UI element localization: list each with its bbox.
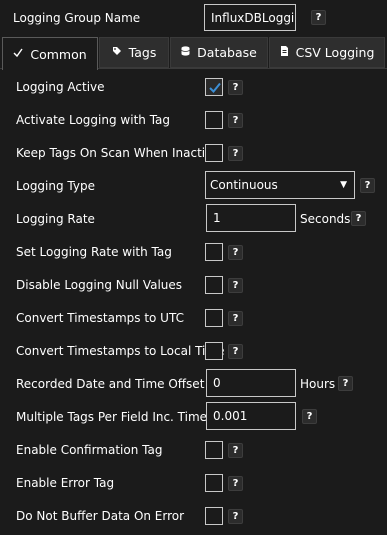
logging-group-name-label: Logging Group Name	[13, 11, 141, 25]
logging-rate-unit: Seconds	[300, 212, 351, 226]
tab-common-label: Common	[30, 46, 87, 62]
tab-database[interactable]: Database	[170, 37, 268, 68]
recorded-offset-unit: Hours	[300, 377, 336, 391]
disable-null-values-label: Disable Logging Null Values	[16, 278, 183, 292]
keep-tags-on-scan-checkbox[interactable]	[205, 144, 223, 162]
help-icon[interactable]: ?	[228, 113, 243, 128]
set-logging-rate-with-tag-label: Set Logging Rate with Tag	[16, 245, 172, 259]
logging-group-name-input[interactable]	[204, 4, 296, 31]
confirmation-tag-checkbox[interactable]	[205, 441, 223, 459]
tab-csv-logging[interactable]: CSV Logging	[269, 37, 385, 68]
tab-database-label: Database	[197, 45, 257, 60]
help-icon[interactable]: ?	[228, 476, 243, 491]
recorded-offset-input[interactable]: 0	[206, 369, 296, 397]
error-tag-label: Enable Error Tag	[16, 476, 115, 490]
activate-logging-with-tag-checkbox[interactable]	[205, 111, 223, 129]
help-icon[interactable]: ?	[302, 409, 317, 424]
tab-common[interactable]: Common	[2, 37, 98, 70]
help-icon[interactable]: ?	[228, 245, 243, 260]
tag-icon	[112, 46, 122, 59]
confirmation-tag-label: Enable Confirmation Tag	[16, 443, 163, 457]
logging-rate-label: Logging Rate	[16, 212, 95, 226]
tag-check-icon	[13, 48, 23, 61]
logging-active-label: Logging Active	[16, 80, 105, 94]
help-icon[interactable]: ?	[228, 278, 243, 293]
logging-type-value: Continuous	[210, 178, 278, 192]
tab-csv-logging-label: CSV Logging	[295, 45, 375, 60]
help-icon[interactable]: ?	[351, 211, 366, 226]
convert-utc-checkbox[interactable]	[205, 309, 223, 327]
logging-type-label: Logging Type	[16, 179, 95, 193]
tab-tags[interactable]: Tags	[99, 37, 169, 68]
help-icon[interactable]: ?	[228, 311, 243, 326]
tab-tags-label: Tags	[128, 45, 157, 60]
convert-local-checkbox[interactable]	[205, 342, 223, 360]
activate-logging-with-tag-label: Activate Logging with Tag	[16, 113, 171, 127]
logging-active-checkbox[interactable]	[205, 78, 223, 96]
help-icon[interactable]: ?	[228, 509, 243, 524]
csv-file-icon	[280, 46, 289, 59]
help-icon[interactable]: ?	[311, 10, 326, 25]
help-icon[interactable]: ?	[228, 80, 243, 95]
recorded-offset-label: Recorded Date and Time Offset	[16, 377, 205, 391]
multiple-tags-label: Multiple Tags Per Field Inc. Time	[16, 410, 208, 424]
set-logging-rate-with-tag-checkbox[interactable]	[205, 243, 223, 261]
checkmark-icon	[209, 82, 221, 93]
database-icon	[181, 46, 190, 59]
logging-type-select[interactable]: Continuous ▼	[205, 171, 355, 199]
convert-local-label: Convert Timestamps to Local Time	[16, 344, 225, 358]
disable-null-values-checkbox[interactable]	[205, 276, 223, 294]
help-icon[interactable]: ?	[360, 178, 375, 193]
no-buffer-label: Do Not Buffer Data On Error	[16, 509, 185, 523]
help-icon[interactable]: ?	[338, 376, 353, 391]
no-buffer-checkbox[interactable]	[205, 507, 223, 525]
convert-utc-label: Convert Timestamps to UTC	[16, 311, 184, 325]
keep-tags-on-scan-label: Keep Tags On Scan When Inactive	[16, 146, 220, 160]
help-icon[interactable]: ?	[228, 443, 243, 458]
logging-rate-input[interactable]: 1	[206, 204, 296, 232]
chevron-down-icon: ▼	[340, 180, 347, 190]
help-icon[interactable]: ?	[228, 344, 243, 359]
help-icon[interactable]: ?	[228, 146, 243, 161]
multiple-tags-input[interactable]: 0.001	[206, 402, 296, 430]
error-tag-checkbox[interactable]	[205, 474, 223, 492]
